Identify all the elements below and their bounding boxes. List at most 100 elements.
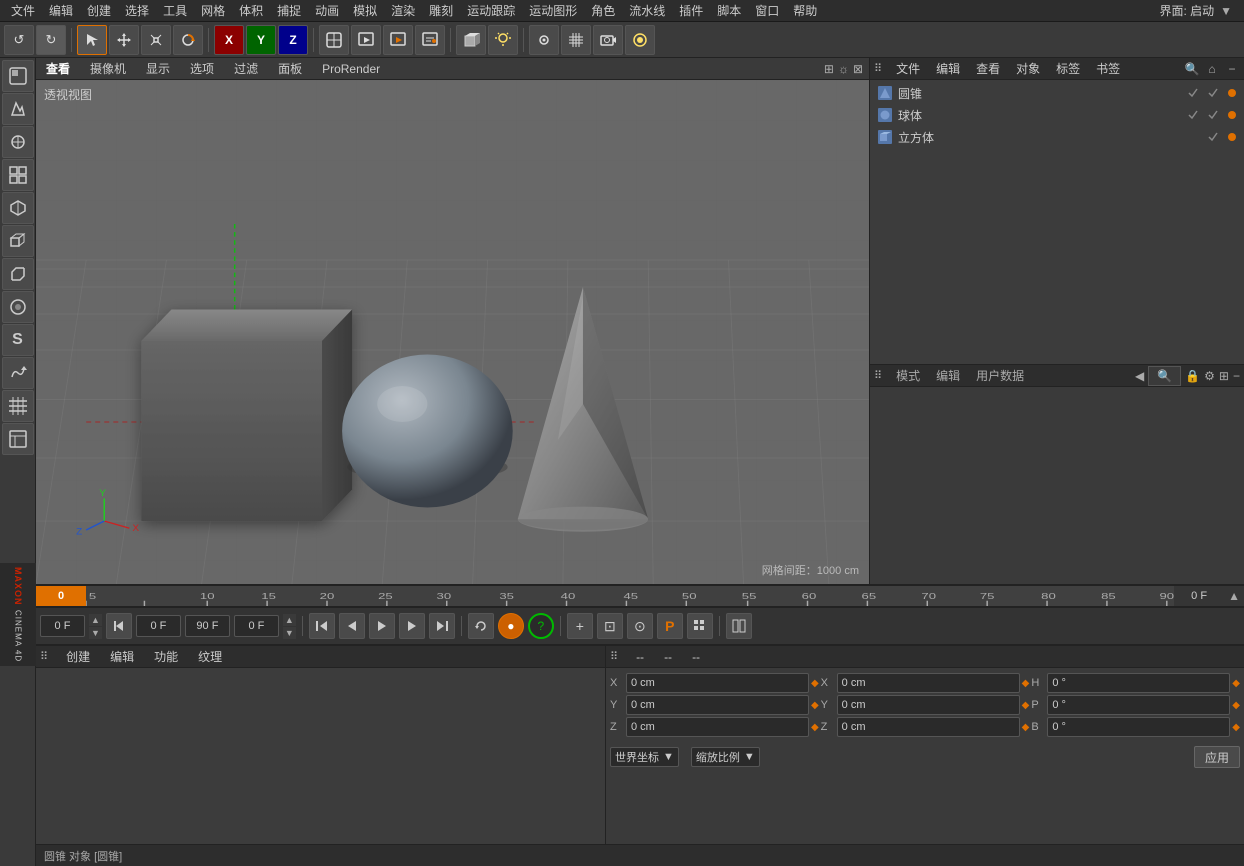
scale-tool-button[interactable] [141, 25, 171, 55]
prev-frame-button[interactable] [339, 613, 365, 639]
bl-tab-function[interactable]: 功能 [148, 646, 184, 667]
coord-ry-arrow[interactable]: ◆ [1022, 700, 1030, 711]
vp-tab-prorender[interactable]: ProRender [318, 60, 384, 78]
render-settings-button[interactable] [415, 25, 445, 55]
right-minus-icon[interactable]: − [1224, 61, 1240, 77]
coord-rz-field[interactable]: 0 cm [837, 717, 1020, 737]
menu-select[interactable]: 选择 [118, 0, 156, 21]
coord-rx-field[interactable]: 0 cm [837, 673, 1020, 693]
bl-tab-edit[interactable]: 编辑 [104, 646, 140, 667]
menu-simulate[interactable]: 模拟 [346, 0, 384, 21]
left-tool-2[interactable] [2, 93, 34, 125]
right-tab-tag[interactable]: 标签 [1050, 58, 1086, 79]
frame-up-arrow2[interactable]: ▲ [283, 614, 296, 626]
right-search-icon[interactable]: 🔍 [1184, 61, 1200, 77]
rbt-mode[interactable]: 模式 [890, 365, 926, 386]
scale-select[interactable]: 缩放比例 ▼ [691, 747, 760, 767]
coord-ry-field[interactable]: 0 cm [837, 695, 1020, 715]
camera-button[interactable] [593, 25, 623, 55]
timeline-ruler-ticks[interactable]: 5 10 15 20 25 30 35 40 45 50 55 60 [86, 586, 1174, 606]
bl-tab-create[interactable]: 创建 [60, 646, 96, 667]
menu-edit[interactable]: 编辑 [42, 0, 80, 21]
next-frame-button[interactable] [399, 613, 425, 639]
coord-h-arrow[interactable]: ◆ [1232, 678, 1240, 689]
object-item-sphere[interactable]: 球体 [870, 104, 1244, 126]
z-axis-button[interactable]: Z [278, 25, 308, 55]
right-bottom-grid[interactable]: ⊞ [1219, 369, 1229, 383]
coord-h-field[interactable]: 0 ° [1047, 673, 1230, 693]
menu-motion-track[interactable]: 运动跟踪 [460, 0, 522, 21]
world-coords-select[interactable]: 世界坐标 ▼ [610, 747, 679, 767]
camera-toggle-button[interactable] [625, 25, 655, 55]
play-forward-button[interactable] [369, 613, 395, 639]
vp-icon-1[interactable]: ⊞ [824, 62, 834, 76]
select-tool-button[interactable] [77, 25, 107, 55]
left-tool-11[interactable] [2, 390, 34, 422]
coord-z-field[interactable]: 0 cm [626, 717, 809, 737]
left-tool-7[interactable] [2, 258, 34, 290]
right-bottom-lock[interactable]: 🔒 [1185, 369, 1200, 383]
coord-rz-arrow[interactable]: ◆ [1022, 722, 1030, 733]
menu-pipeline[interactable]: 流水线 [622, 0, 672, 21]
timeline-icon-grid[interactable] [687, 613, 713, 639]
rbt-edit[interactable]: 编辑 [930, 365, 966, 386]
vp-tab-panel[interactable]: 面板 [274, 58, 306, 79]
timeline-start-frame[interactable]: 0 [36, 586, 86, 606]
frame-up-arrow[interactable]: ▲ [89, 614, 102, 626]
menu-animation[interactable]: 动画 [308, 0, 346, 21]
coord-x-arrow[interactable]: ◆ [811, 678, 819, 689]
frame-down-arrow[interactable]: ▼ [89, 627, 102, 639]
scene-canvas[interactable]: 透视视图 [36, 80, 869, 584]
coord-y-field[interactable]: 0 cm [626, 695, 809, 715]
menu-character[interactable]: 角色 [584, 0, 622, 21]
right-bottom-settings[interactable]: ⚙ [1204, 369, 1215, 383]
left-tool-3[interactable] [2, 126, 34, 158]
menu-render[interactable]: 渲染 [384, 0, 422, 21]
menu-tools[interactable]: 工具 [156, 0, 194, 21]
left-tool-10[interactable] [2, 357, 34, 389]
object-item-cone[interactable]: 圆锥 [870, 82, 1244, 104]
timeline-icon-circle[interactable]: ⊙ [627, 613, 653, 639]
object-mode-button[interactable] [319, 25, 349, 55]
timeline-icon-plus[interactable]: + [567, 613, 593, 639]
render-view-button[interactable] [351, 25, 381, 55]
timeline-icon-list[interactable] [726, 613, 752, 639]
menu-mesh[interactable]: 网格 [194, 0, 232, 21]
left-tool-4[interactable] [2, 159, 34, 191]
menu-snap[interactable]: 捕捉 [270, 0, 308, 21]
left-tool-9[interactable]: S [2, 324, 34, 356]
menu-mograph[interactable]: 运动图形 [522, 0, 584, 21]
br-tab-1[interactable]: -- [630, 648, 650, 666]
menu-script[interactable]: 脚本 [710, 0, 748, 21]
y-axis-button[interactable]: Y [246, 25, 276, 55]
x-axis-button[interactable]: X [214, 25, 244, 55]
rotate-tool-button[interactable] [173, 25, 203, 55]
right-tab-file[interactable]: 文件 [890, 58, 926, 79]
rbt-userdata[interactable]: 用户数据 [970, 365, 1030, 386]
menu-window[interactable]: 窗口 [748, 0, 786, 21]
vp-tab-camera[interactable]: 摄像机 [86, 58, 130, 79]
br-tab-3[interactable]: -- [686, 648, 706, 666]
apply-button[interactable]: 应用 [1194, 746, 1240, 768]
timeline-icon-square[interactable]: ⊡ [597, 613, 623, 639]
right-bottom-arrow[interactable]: ◀ [1135, 369, 1144, 383]
timeline-expand-icon[interactable]: ▲ [1224, 589, 1244, 603]
loop-button[interactable] [468, 613, 494, 639]
start-frame-field[interactable]: 0 F [136, 615, 181, 637]
left-tool-12[interactable] [2, 423, 34, 455]
autokey-button[interactable]: ? [528, 613, 554, 639]
go-first-button[interactable] [309, 613, 335, 639]
coord-b-arrow[interactable]: ◆ [1232, 722, 1240, 733]
move-tool-button[interactable] [109, 25, 139, 55]
menu-plugins[interactable]: 插件 [672, 0, 710, 21]
vp-icon-2[interactable]: ☼ [838, 62, 849, 76]
coord-p-field[interactable]: 0 ° [1047, 695, 1230, 715]
object-item-cube[interactable]: 立方体 [870, 126, 1244, 148]
vp-tab-options[interactable]: 选项 [186, 58, 218, 79]
coord-b-field[interactable]: 0 ° [1047, 717, 1230, 737]
right-tab-edit[interactable]: 编辑 [930, 58, 966, 79]
prev-keyframe-button[interactable] [106, 613, 132, 639]
timeline-icon-p[interactable]: P [657, 613, 683, 639]
3d-viewport[interactable]: 查看 摄像机 显示 选项 过滤 面板 ProRender ⊞ ☼ ⊠ [36, 58, 869, 584]
right-home-icon[interactable]: ⌂ [1204, 61, 1220, 77]
